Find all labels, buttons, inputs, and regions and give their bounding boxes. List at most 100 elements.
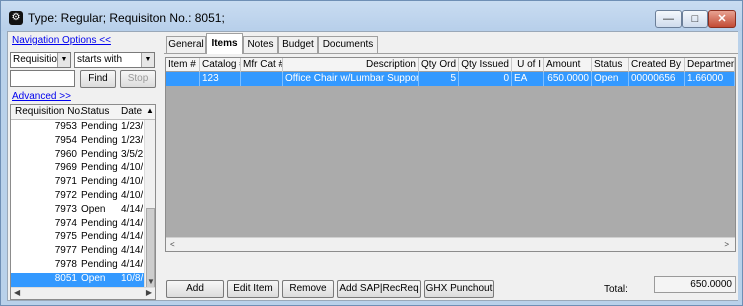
maximize-button[interactable]: □ <box>682 10 708 28</box>
total-label: Total: <box>604 284 628 295</box>
tab-budget[interactable]: Budget <box>278 36 318 53</box>
edit-item-button[interactable]: Edit Item <box>227 280 279 298</box>
list-item-requisition-no: 7971 <box>54 176 77 188</box>
tab-notes[interactable]: Notes <box>243 36 278 53</box>
cell-status: Open <box>592 72 629 86</box>
list-item[interactable]: 7971 Pending 4/10/ <box>11 176 144 190</box>
list-item-requisition-no: 7975 <box>54 231 77 243</box>
find-button[interactable]: Find <box>80 70 116 88</box>
column-header-description[interactable]: Description <box>283 58 419 72</box>
add-button[interactable]: Add <box>166 280 224 298</box>
column-header-qty-issued[interactable]: Qty Issued <box>459 58 512 72</box>
cell-unit-of-issue: EA <box>512 72 544 86</box>
stop-button[interactable]: Stop <box>120 70 156 88</box>
list-item[interactable]: 8051 Open 10/8/ <box>11 272 144 287</box>
list-item-date: 4/14/ <box>121 203 143 215</box>
list-horizontal-scrollbar[interactable]: ◀ ▶ <box>11 287 155 299</box>
tab-strip: General Items Notes Budget Documents <box>164 33 738 54</box>
client-area: Navigation Options << Requisition No. ▼ … <box>7 31 738 301</box>
cell-item-no <box>166 72 200 86</box>
tab-documents[interactable]: Documents <box>318 36 378 53</box>
list-item-requisition-no: 7960 <box>54 148 77 160</box>
maximize-icon: □ <box>691 13 699 25</box>
search-input[interactable] <box>10 70 75 87</box>
cell-qty-ord: 5 <box>419 72 459 86</box>
chevron-left-icon[interactable]: ◀ <box>14 288 20 297</box>
list-item-status: Pending <box>81 134 118 146</box>
navigation-options-link[interactable]: Navigation Options << <box>12 35 111 46</box>
list-item-date: 1/23/ <box>121 121 143 132</box>
action-bar: Add Edit Item Remove Add SAP|RecReq GHX … <box>164 276 738 300</box>
ghx-punchout-button[interactable]: GHX Punchout <box>424 280 494 298</box>
list-item-date: 10/8/ <box>121 272 143 284</box>
column-header-item-no[interactable]: Item # <box>166 58 200 72</box>
chevron-right-icon[interactable]: ▶ <box>146 288 152 297</box>
column-header-status[interactable]: Status <box>592 58 629 72</box>
search-field-select[interactable]: Requisition No. ▼ <box>10 52 71 68</box>
column-header-status[interactable]: Status <box>81 106 109 117</box>
app-icon: ⚙ <box>9 11 23 25</box>
column-header-mfr-cat-no[interactable]: Mfr Cat # <box>241 58 283 72</box>
column-header-department[interactable]: Department <box>685 58 735 72</box>
items-grid: Item # Catalog # Mfr Cat # Description Q… <box>165 57 736 252</box>
chevron-down-icon[interactable]: ▼ <box>147 277 155 286</box>
list-item-requisition-no: 7974 <box>54 217 77 229</box>
list-item-requisition-no: 7969 <box>54 162 77 174</box>
column-header-date[interactable]: Date <box>121 106 142 117</box>
list-item[interactable]: 7973 Open 4/14/ <box>11 204 144 218</box>
add-sap-recreq-button[interactable]: Add SAP|RecReq <box>337 280 421 298</box>
cell-department: 1.66000 <box>685 72 735 86</box>
close-icon: ✕ <box>717 13 727 25</box>
list-item[interactable]: 7960 Pending 3/5/2 <box>11 149 144 163</box>
column-header-requisition-no[interactable]: Requisition No. <box>15 106 83 117</box>
list-item-date: 4/10/ <box>121 189 143 201</box>
list-item[interactable]: 7969 Pending 4/10/ <box>11 162 144 176</box>
list-item-date: 4/14/ <box>121 258 143 270</box>
list-item[interactable]: 7953 Pending 1/23/ <box>11 121 144 135</box>
list-item[interactable]: 7975 Pending 4/14/ <box>11 231 144 245</box>
search-operator-select[interactable]: starts with ▼ <box>74 52 155 68</box>
list-item-status: Pending <box>81 231 118 243</box>
total-value: 650.0000 <box>654 276 736 293</box>
chevron-right-icon[interactable]: > <box>724 240 729 249</box>
list-item-requisition-no: 7977 <box>54 245 77 257</box>
close-button[interactable]: ✕ <box>708 10 736 28</box>
title-bar: ⚙ Type: Regular; Requisiton No.: 8051; —… <box>1 1 742 31</box>
list-item-status: Open <box>81 203 106 215</box>
list-item-requisition-no: 7954 <box>54 134 77 146</box>
advanced-link[interactable]: Advanced >> <box>12 91 71 102</box>
chevron-down-icon: ▼ <box>141 53 154 67</box>
column-header-catalog-no[interactable]: Catalog # <box>200 58 241 72</box>
list-item-date: 4/14/ <box>121 217 143 229</box>
list-item-requisition-no: 7972 <box>54 189 77 201</box>
list-item-status: Pending <box>81 189 118 201</box>
sort-up-icon: ▲ <box>146 106 154 115</box>
tab-general[interactable]: General <box>166 36 206 53</box>
list-item-date: 4/14/ <box>121 231 143 243</box>
list-item-date: 3/5/2 <box>121 148 143 160</box>
list-rows: 7953 Pending 1/23/7954 Pending 1/23/7960 Pend… <box>11 121 144 287</box>
cell-description: Office Chair w/Lumbar Support <box>285 72 419 86</box>
column-header-created-by[interactable]: Created By <box>629 58 685 72</box>
minimize-button[interactable]: — <box>655 10 682 28</box>
tab-items[interactable]: Items <box>206 33 243 54</box>
list-item[interactable]: 7974 Pending 4/14/ <box>11 218 144 232</box>
cell-catalog-no: 123 <box>200 72 241 86</box>
list-item[interactable]: 7977 Pending 4/14/ <box>11 245 144 259</box>
list-item[interactable]: 7972 Pending 4/10/ <box>11 190 144 204</box>
grid-horizontal-scrollbar[interactable]: < > <box>166 237 735 251</box>
list-item[interactable]: 7978 Pending 4/14/ <box>11 259 144 273</box>
column-header-qty-ord[interactable]: Qty Ord <box>419 58 459 72</box>
column-header-unit-of-issue[interactable]: U of I <box>512 58 544 72</box>
list-item-status: Pending <box>81 258 118 270</box>
list-header: Requisition No. Status Date ▲ <box>11 105 155 120</box>
list-item[interactable]: 7954 Pending 1/23/ <box>11 135 144 149</box>
chevron-left-icon[interactable]: < <box>170 240 175 249</box>
column-header-amount[interactable]: Amount <box>544 58 592 72</box>
list-item-requisition-no: 7978 <box>54 258 77 270</box>
table-row[interactable]: 123 Office Chair w/Lumbar Support 5 0 EA… <box>166 72 735 86</box>
remove-button[interactable]: Remove <box>282 280 334 298</box>
list-item-date: 4/10/ <box>121 176 143 188</box>
cell-qty-issued: 0 <box>459 72 512 86</box>
list-vertical-scrollbar[interactable]: ▼ <box>144 120 155 298</box>
